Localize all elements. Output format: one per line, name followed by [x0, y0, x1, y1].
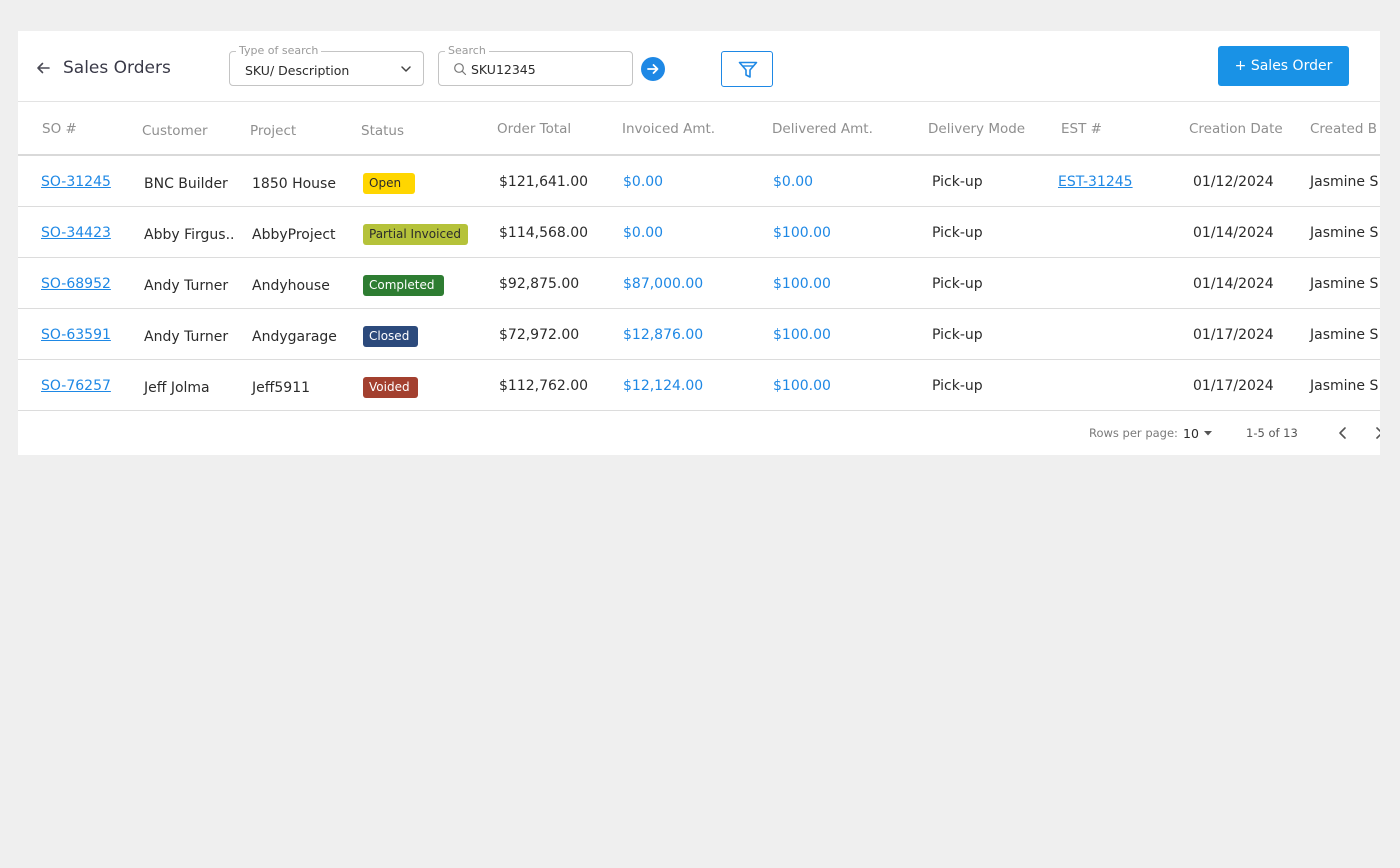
search-icon — [454, 63, 467, 76]
delivery-mode-cell: Pick-up — [932, 378, 983, 394]
search-type-select[interactable]: Type of search SKU/ Description — [229, 44, 424, 86]
chevron-left-icon[interactable] — [1334, 424, 1352, 442]
column-header-so[interactable]: SO # — [42, 121, 77, 137]
column-header-delivery-mode[interactable]: Delivery Mode — [928, 121, 1025, 137]
filter-icon — [738, 61, 758, 78]
chevron-right-icon[interactable] — [1370, 424, 1380, 442]
row-divider — [18, 359, 1380, 360]
created-by-cell: Jasmine S — [1310, 225, 1379, 241]
created-by-cell: Jasmine S — [1310, 174, 1379, 190]
customer-cell: Andy Turner — [144, 329, 229, 345]
delivered-amount-cell: $0.00 — [773, 174, 814, 190]
order-total-cell: $121,641.00 — [499, 174, 589, 190]
creation-date-cell: 01/17/2024 — [1193, 378, 1274, 394]
created-by-cell: Jasmine S — [1310, 378, 1379, 394]
pagination-range: 1-5 of 13 — [1246, 426, 1298, 440]
status-badge: Partial Invoiced — [363, 224, 468, 245]
delivered-amount-cell: $100.00 — [773, 378, 831, 394]
invoiced-amount-cell: $0.00 — [623, 174, 664, 190]
project-cell: 1850 House — [252, 176, 336, 192]
filter-button[interactable] — [721, 51, 773, 87]
invoiced-amount-cell: $12,876.00 — [623, 327, 704, 343]
add-sales-order-button[interactable]: + Sales Order — [1218, 46, 1349, 86]
order-total-cell: $112,762.00 — [499, 378, 589, 394]
so-number-link[interactable]: SO-63591 — [41, 327, 111, 343]
chevron-down-icon — [401, 66, 411, 72]
row-divider — [18, 410, 1380, 411]
creation-date-cell: 01/17/2024 — [1193, 327, 1274, 343]
status-badge: Voided — [363, 377, 418, 398]
row-divider — [18, 257, 1380, 258]
created-by-cell: Jasmine S — [1310, 327, 1379, 343]
arrow-right-circle-icon — [647, 64, 659, 74]
delivery-mode-cell: Pick-up — [932, 225, 983, 241]
project-cell: Jeff5911 — [252, 380, 311, 396]
search-legend: Search — [445, 44, 489, 58]
customer-cell: Jeff Jolma — [144, 380, 210, 396]
search-type-legend: Type of search — [236, 44, 322, 58]
order-total-cell: $92,875.00 — [499, 276, 580, 292]
creation-date-cell: 01/12/2024 — [1193, 174, 1274, 190]
so-number-link[interactable]: SO-31245 — [41, 174, 111, 190]
page-title: Sales Orders — [63, 58, 171, 78]
column-header-created-by[interactable]: Created B — [1310, 121, 1377, 137]
header-divider — [18, 101, 1380, 102]
column-header-status[interactable]: Status — [361, 123, 404, 139]
so-number-link[interactable]: SO-76257 — [41, 378, 111, 394]
column-header-invoiced-amt[interactable]: Invoiced Amt. — [622, 121, 715, 137]
row-divider — [18, 308, 1380, 309]
search-field[interactable]: Search — [438, 44, 633, 86]
delivered-amount-cell: $100.00 — [773, 225, 831, 241]
project-cell: AbbyProject — [252, 227, 336, 243]
so-number-link[interactable]: SO-34423 — [41, 225, 111, 241]
column-header-customer[interactable]: Customer — [142, 123, 208, 139]
app-frame: Sales Orders Type of search SKU/ Descrip… — [0, 0, 1400, 868]
project-cell: Andyhouse — [252, 278, 330, 294]
delivery-mode-cell: Pick-up — [932, 327, 983, 343]
search-submit-button[interactable] — [641, 57, 665, 81]
column-header-creation-date[interactable]: Creation Date — [1189, 121, 1283, 137]
status-badge: Closed — [363, 326, 418, 347]
rows-per-page-label: Rows per page: — [1089, 426, 1178, 440]
sales-orders-card: Sales Orders Type of search SKU/ Descrip… — [18, 31, 1380, 455]
status-badge: Open — [363, 173, 415, 194]
table-header-divider — [18, 154, 1380, 156]
created-by-cell: Jasmine S — [1310, 276, 1379, 292]
project-cell: Andygarage — [252, 329, 337, 345]
invoiced-amount-cell: $12,124.00 — [623, 378, 704, 394]
creation-date-cell: 01/14/2024 — [1193, 276, 1274, 292]
row-divider — [18, 206, 1380, 207]
search-input[interactable] — [471, 60, 621, 78]
delivered-amount-cell: $100.00 — [773, 276, 831, 292]
so-number-link[interactable]: SO-68952 — [41, 276, 111, 292]
delivery-mode-cell: Pick-up — [932, 174, 983, 190]
column-header-project[interactable]: Project — [250, 123, 296, 139]
customer-cell: BNC Builder — [144, 176, 228, 192]
caret-down-icon — [1204, 431, 1212, 436]
invoiced-amount-cell: $0.00 — [623, 225, 664, 241]
delivery-mode-cell: Pick-up — [932, 276, 983, 292]
status-badge: Completed — [363, 275, 444, 296]
delivered-amount-cell: $100.00 — [773, 327, 831, 343]
order-total-cell: $114,568.00 — [499, 225, 589, 241]
back-arrow-icon[interactable] — [34, 59, 52, 77]
est-number-link[interactable]: EST-31245 — [1058, 174, 1133, 190]
order-total-cell: $72,972.00 — [499, 327, 580, 343]
search-type-value: SKU/ Description — [245, 63, 350, 78]
invoiced-amount-cell: $87,000.00 — [623, 276, 704, 292]
column-header-est[interactable]: EST # — [1061, 121, 1102, 137]
rows-per-page-value: 10 — [1183, 426, 1199, 441]
rows-per-page-select[interactable]: 10 — [1178, 423, 1218, 443]
customer-cell: Abby Firgus.. — [144, 227, 235, 243]
customer-cell: Andy Turner — [144, 278, 229, 294]
column-header-order-total[interactable]: Order Total — [497, 121, 571, 137]
column-header-delivered-amt[interactable]: Delivered Amt. — [772, 121, 873, 137]
creation-date-cell: 01/14/2024 — [1193, 225, 1274, 241]
